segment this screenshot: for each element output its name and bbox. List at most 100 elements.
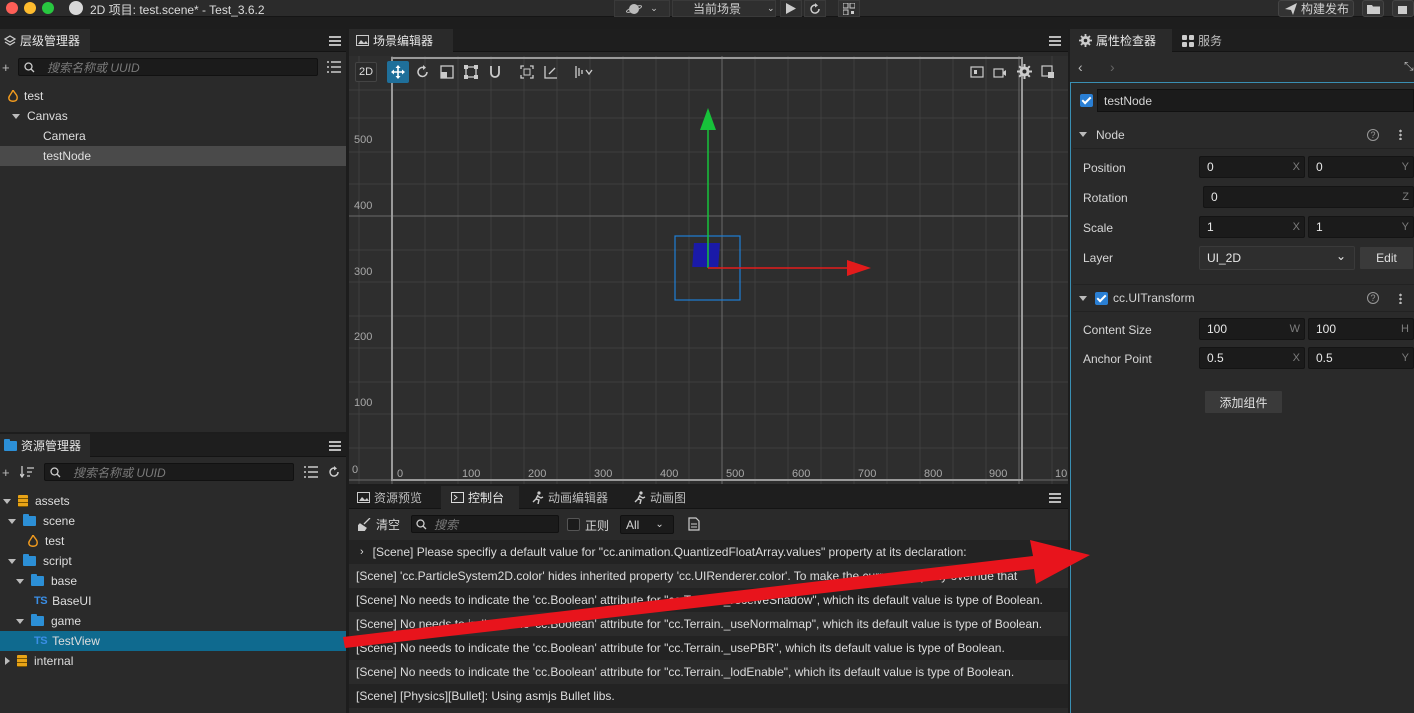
sort-icon[interactable] (20, 466, 34, 478)
add-node-icon[interactable]: + (2, 60, 10, 75)
tab-hierarchy[interactable]: 层级管理器 (0, 29, 90, 52)
toggle-2d-button[interactable]: 2D (355, 62, 377, 82)
gizmo-toggle-icon[interactable] (1041, 65, 1055, 79)
chevron-down-icon[interactable] (1079, 132, 1087, 137)
magnet-snap-icon[interactable] (488, 65, 502, 79)
platform-select[interactable]: ⌄ (614, 0, 670, 17)
pin-icon[interactable]: ⤡ (1404, 59, 1414, 74)
asset-item-baseui[interactable]: TS BaseUI (0, 591, 346, 611)
tab-assets[interactable]: 资源管理器 (0, 434, 90, 457)
chevron-down-icon[interactable] (1079, 295, 1087, 301)
gizmo-x-arrow-icon[interactable] (847, 260, 871, 276)
help-icon[interactable]: ? (1367, 128, 1379, 141)
clear-console-button[interactable]: 清空 (358, 516, 400, 533)
back-icon[interactable]: ‹ (1078, 59, 1083, 75)
list-view-icon[interactable] (327, 61, 341, 73)
content-height-input[interactable]: 100 H (1308, 318, 1414, 340)
gizmo-y-arrow-icon[interactable] (700, 108, 716, 130)
position-x-input[interactable]: 0X (1199, 156, 1305, 178)
node-name-input[interactable]: testNode (1097, 89, 1414, 112)
tab-scene-editor[interactable]: 场景编辑器 (349, 29, 453, 52)
anchor-y-input[interactable]: 0.5 Y (1308, 347, 1414, 369)
asset-item-game[interactable]: game (0, 611, 346, 631)
tab-console[interactable]: 控制台 (441, 486, 519, 509)
list-view-icon[interactable] (304, 466, 318, 478)
tab-asset-preview[interactable]: 资源预览 (349, 486, 439, 509)
rect-tool-icon[interactable] (464, 65, 478, 79)
play-button[interactable] (780, 0, 802, 17)
layer-edit-button[interactable]: Edit (1359, 246, 1414, 270)
anchor-x-input[interactable]: 0.5 X (1199, 347, 1305, 369)
chevron-right-icon[interactable]: › (360, 546, 364, 558)
scene-menu-icon[interactable] (1049, 36, 1061, 46)
regex-checkbox[interactable] (567, 518, 580, 531)
console-log-row[interactable]: [Scene] No needs to indicate the 'cc.Boo… (349, 636, 1068, 660)
tab-animation-graph[interactable]: 动画图 (623, 486, 703, 509)
chevron-down-icon[interactable] (16, 578, 24, 584)
chevron-down-icon[interactable] (3, 498, 11, 504)
console-menu-icon[interactable] (1049, 493, 1061, 503)
rotation-z-input[interactable]: 0Z (1203, 186, 1414, 208)
tree-node-test[interactable]: test (0, 86, 346, 106)
add-asset-icon[interactable]: + (2, 465, 10, 480)
assets-menu-icon[interactable] (329, 441, 341, 451)
hierarchy-search-input[interactable]: 搜索名称或 UUID (18, 58, 318, 76)
uitransform-section-header[interactable]: cc.UITransform ? (1073, 284, 1414, 312)
asset-item-test[interactable]: test (0, 531, 346, 551)
move-tool-button[interactable] (387, 61, 409, 83)
asset-item-script[interactable]: script (0, 551, 346, 571)
chevron-down-icon[interactable] (8, 518, 16, 524)
refresh-icon[interactable] (328, 466, 340, 478)
open-log-file-icon[interactable] (688, 517, 700, 531)
scale-tool-icon[interactable] (440, 65, 454, 79)
hierarchy-menu-icon[interactable] (329, 36, 341, 46)
console-log-row[interactable]: [Scene] No needs to indicate the 'cc.Boo… (349, 588, 1068, 612)
tab-inspector[interactable]: 属性检查器 (1070, 29, 1172, 52)
forward-icon[interactable]: › (1110, 59, 1115, 75)
rotate-tool-icon[interactable] (416, 65, 430, 79)
console-search-input[interactable]: 搜索 (411, 515, 559, 533)
asset-item-assets[interactable]: assets (0, 491, 346, 511)
content-width-input[interactable]: 100 W (1199, 318, 1305, 340)
open-folder-button[interactable] (1362, 0, 1384, 17)
minimize-window-button[interactable] (24, 2, 36, 14)
chevron-right-icon[interactable] (5, 657, 10, 665)
camera-icon[interactable] (993, 65, 1007, 79)
assets-search-input[interactable]: 搜索名称或 UUID (44, 463, 294, 481)
scene-select[interactable]: 当前场景 ⌄ (672, 0, 776, 17)
asset-item-internal[interactable]: internal (0, 651, 346, 671)
help-icon[interactable]: ? (1367, 292, 1379, 304)
tab-services[interactable]: 服务 (1176, 29, 1236, 52)
align-menu-icon[interactable] (575, 65, 593, 79)
component-enabled-checkbox[interactable] (1095, 291, 1108, 305)
tree-node-camera[interactable]: Camera (0, 126, 346, 146)
node-sprite[interactable] (692, 243, 720, 267)
layer-select[interactable]: UI_2D ⌄ (1199, 246, 1355, 270)
log-level-select[interactable]: All ⌄ (620, 515, 674, 534)
more-options-icon[interactable] (1399, 292, 1402, 304)
pivot-local-icon[interactable] (520, 65, 534, 79)
node-active-checkbox[interactable] (1080, 94, 1093, 110)
chevron-down-icon[interactable] (12, 113, 20, 119)
chevron-down-icon[interactable] (8, 558, 16, 564)
tab-animation-editor[interactable]: 动画编辑器 (521, 486, 621, 509)
tree-node-testnode[interactable]: testNode (0, 146, 346, 166)
add-component-button[interactable]: 添加组件 (1204, 390, 1283, 414)
asset-item-scene[interactable]: scene (0, 511, 346, 531)
node-section-header[interactable]: Node ? (1073, 121, 1414, 149)
console-log-row[interactable]: [Scene] No needs to indicate the 'cc.Boo… (349, 612, 1068, 636)
console-log-row[interactable]: [Scene] 'cc.ParticleSystem2D.color' hide… (349, 564, 1068, 588)
console-log-row[interactable]: [Scene] No needs to indicate the 'cc.Boo… (349, 660, 1068, 684)
scale-x-input[interactable]: 1X (1199, 216, 1305, 238)
asset-item-testview[interactable]: TS TestView (0, 631, 346, 651)
gear-icon[interactable] (1017, 64, 1032, 79)
close-window-button[interactable] (6, 2, 18, 14)
more-options-icon[interactable] (1399, 129, 1402, 140)
tree-node-canvas[interactable]: Canvas (0, 106, 346, 126)
console-log-row[interactable]: › [Scene] Please specifiy a default valu… (349, 540, 1068, 564)
position-y-input[interactable]: 0Y (1308, 156, 1414, 178)
refresh-button[interactable] (804, 0, 826, 17)
resolution-icon[interactable] (970, 65, 984, 79)
zoom-window-button[interactable] (42, 2, 54, 14)
scene-viewport[interactable]: 500 400 300 200 100 0 0 100 200 300 400 … (349, 56, 1068, 484)
